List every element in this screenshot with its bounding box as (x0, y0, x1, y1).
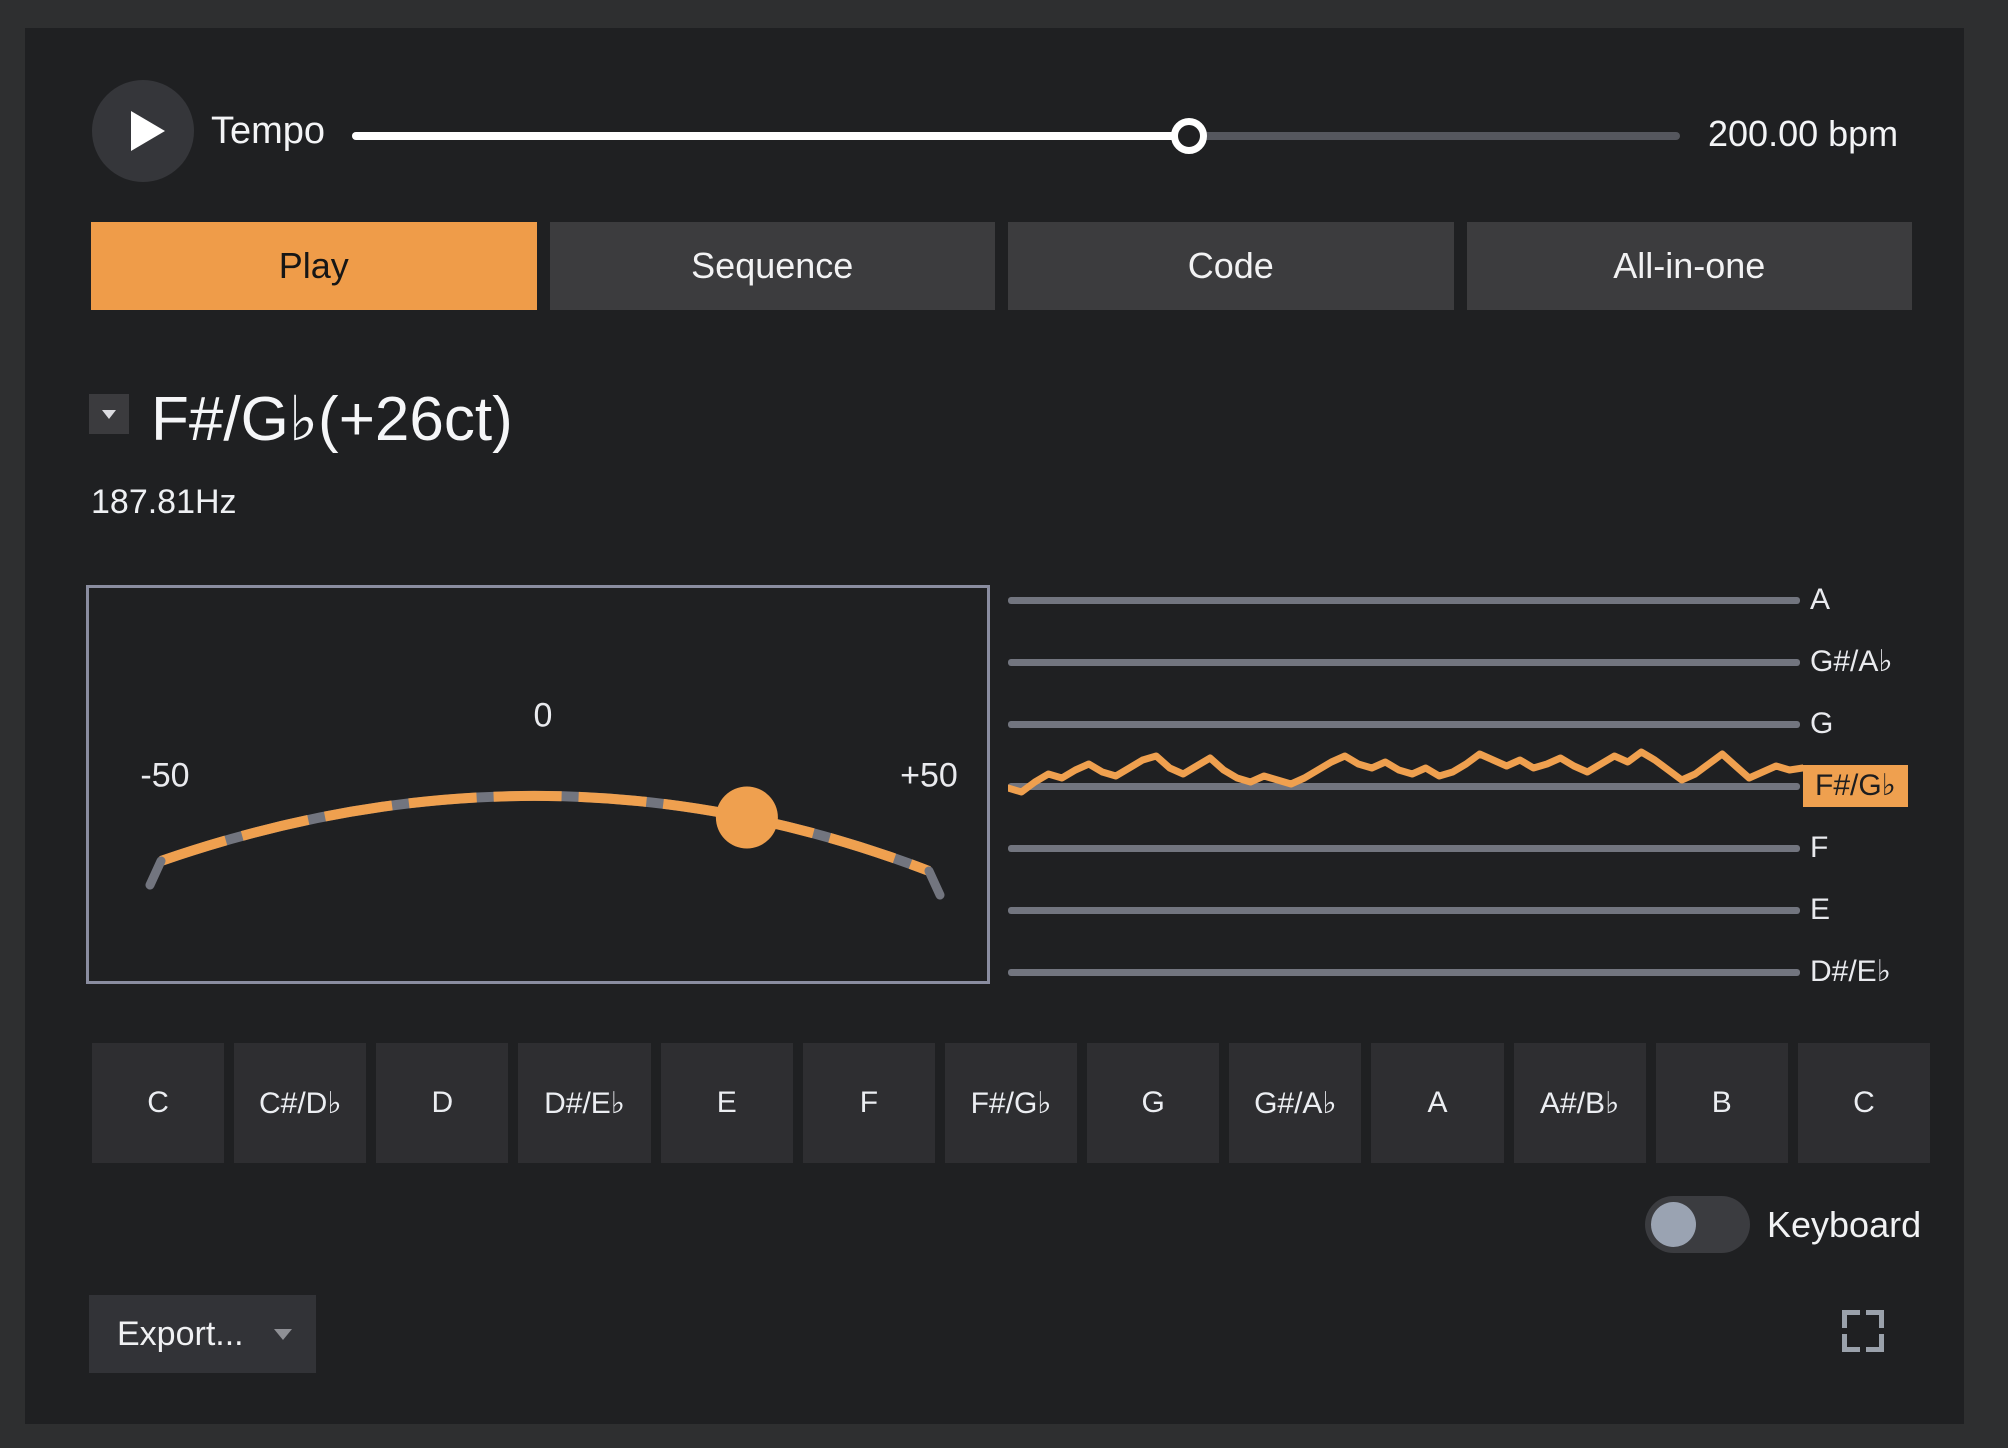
note-dropdown-button[interactable] (89, 394, 129, 434)
tempo-slider-handle[interactable] (1171, 118, 1207, 154)
pitch-label-d-e[interactable]: D#/E♭ (1810, 951, 1891, 993)
pitch-label-g-a[interactable]: G#/A♭ (1810, 641, 1893, 683)
tempo-label: Tempo (211, 110, 325, 152)
note-button-d[interactable]: D (376, 1043, 508, 1163)
chevron-down-icon (274, 1329, 292, 1340)
tuner-gauge-arc (89, 588, 987, 981)
note-button-a-b[interactable]: A#/B♭ (1514, 1043, 1646, 1163)
note-button-a[interactable]: A (1371, 1043, 1503, 1163)
note-button-c-d[interactable]: C#/D♭ (234, 1043, 366, 1163)
fullscreen-icon (1842, 1310, 1860, 1328)
tab-code[interactable]: Code (1008, 222, 1454, 310)
keyboard-toggle-label: Keyboard (1767, 1196, 1921, 1253)
fullscreen-icon (1866, 1334, 1884, 1352)
chevron-down-icon (102, 410, 116, 419)
tempo-slider-fill (352, 132, 1189, 140)
play-button[interactable] (92, 80, 194, 182)
tuner-app: { "app": { "accent": "#efa04f", "panel_b… (0, 0, 2008, 1448)
note-button-c[interactable]: C (92, 1043, 224, 1163)
pitch-label-f[interactable]: F (1810, 827, 1828, 869)
tuner-gauge: -50 0 +50 (86, 585, 990, 984)
pitch-label-e[interactable]: E (1810, 889, 1830, 931)
play-icon (131, 111, 165, 151)
fullscreen-icon (1842, 1334, 1860, 1352)
export-button-label: Export... (117, 1295, 244, 1373)
note-button-f-g[interactable]: F#/G♭ (945, 1043, 1077, 1163)
note-button-e[interactable]: E (661, 1043, 793, 1163)
gauge-min-label: -50 (140, 757, 189, 796)
note-button-c-high[interactable]: C (1798, 1043, 1930, 1163)
note-button-f[interactable]: F (803, 1043, 935, 1163)
bpm-value: 200.00 bpm (1708, 113, 1898, 155)
fullscreen-icon (1866, 1310, 1884, 1328)
fullscreen-button[interactable] (1842, 1310, 1884, 1352)
pitch-line-d-e (1008, 969, 1800, 976)
note-title: F#/G♭(+26ct) (151, 380, 513, 460)
tab-all-in-one[interactable]: All-in-one (1467, 222, 1913, 310)
note-button-b[interactable]: B (1656, 1043, 1788, 1163)
tab-play[interactable]: Play (91, 222, 537, 310)
keyboard-toggle[interactable] (1645, 1196, 1750, 1253)
pitch-label-a[interactable]: A (1810, 579, 1830, 621)
note-button-g[interactable]: G (1087, 1043, 1219, 1163)
note-button-g-a[interactable]: G#/A♭ (1229, 1043, 1361, 1163)
pitch-label-g[interactable]: G (1810, 703, 1833, 745)
gauge-center-label: 0 (534, 697, 553, 736)
note-frequency: 187.81Hz (91, 480, 237, 524)
pitch-label-f-g-active[interactable]: F#/G♭ (1803, 765, 1908, 807)
note-button-row: CC#/D♭DD#/E♭EFF#/G♭GG#/A♭AA#/B♭BC (92, 1043, 1930, 1163)
keyboard-toggle-knob (1651, 1202, 1696, 1247)
export-button[interactable]: Export... (89, 1295, 316, 1373)
tempo-slider[interactable] (352, 132, 1680, 140)
gauge-max-label: +50 (900, 757, 958, 796)
tuner-needle-knob[interactable] (716, 787, 778, 849)
main-panel: Tempo 200.00 bpm PlaySequenceCodeAll-in-… (25, 28, 1964, 1424)
note-button-d-e[interactable]: D#/E♭ (518, 1043, 650, 1163)
pitch-line-e (1008, 907, 1800, 914)
tab-bar: PlaySequenceCodeAll-in-one (91, 222, 1912, 310)
pitch-trace (1008, 558, 1803, 848)
tab-sequence[interactable]: Sequence (550, 222, 996, 310)
